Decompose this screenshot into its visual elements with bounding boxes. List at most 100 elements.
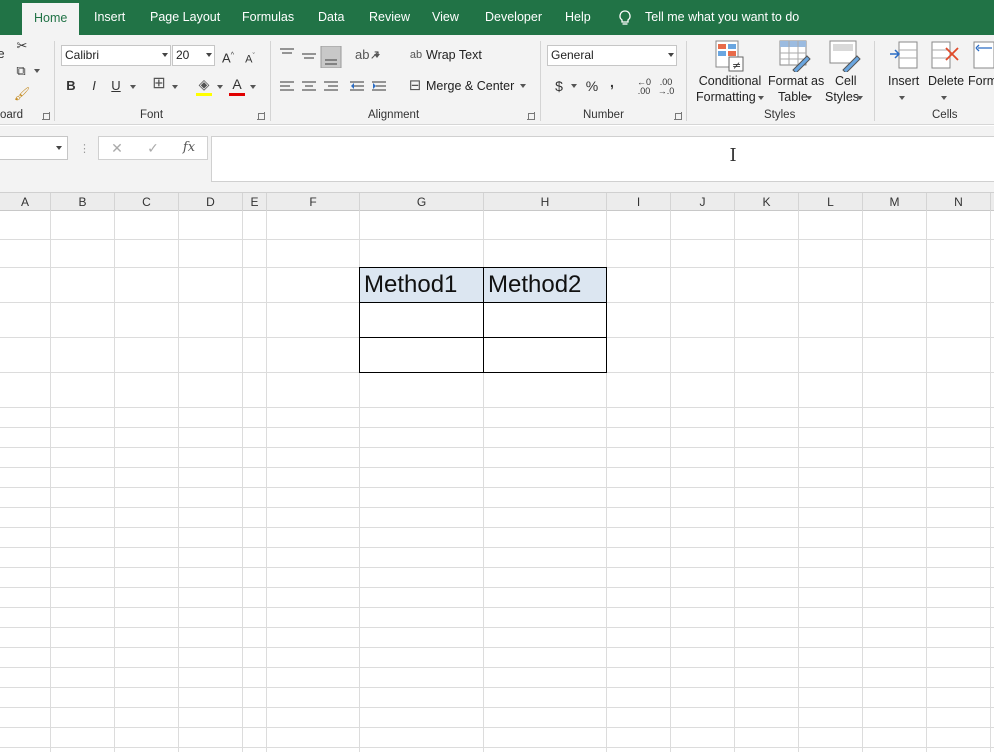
tell-me-label: Tell me what you want to do [645, 10, 800, 24]
table-header-cell[interactable]: Method1 [359, 267, 484, 303]
cells-group-label: Cells [932, 109, 958, 121]
formula-bar: ⋮ ✕ ✓ fx I [0, 126, 994, 192]
delete-cells-button[interactable]: Delete [928, 74, 964, 88]
increase-font-icon[interactable]: A^ [220, 47, 236, 67]
italic-button[interactable]: I [87, 77, 101, 95]
wrap-text-button[interactable]: Wrap Text [426, 48, 482, 62]
column-header[interactable]: H [484, 193, 607, 212]
currency-dropdown[interactable] [571, 84, 577, 88]
insert-cells-button[interactable]: Insert [888, 74, 919, 88]
conditional-formatting-label-1[interactable]: Conditional [698, 74, 762, 88]
column-header[interactable]: E [243, 193, 267, 212]
format-as-table-label-2[interactable]: Table [778, 90, 808, 104]
fill-color-dropdown[interactable] [217, 85, 223, 89]
vertical-align-icons[interactable] [278, 46, 342, 68]
currency-button[interactable]: $ [553, 77, 565, 95]
table-cell[interactable] [359, 337, 484, 373]
conditional-formatting-label-2[interactable]: Formatting [696, 90, 756, 104]
format-as-table-caret [806, 96, 812, 100]
bold-button[interactable]: B [64, 77, 78, 95]
tab-formulas[interactable]: Formulas [242, 0, 294, 35]
column-header[interactable]: F [267, 193, 360, 212]
column-header[interactable]: N [927, 193, 991, 212]
increase-decimal-icon[interactable]: ←0.00 [634, 78, 654, 96]
clipboard-launcher[interactable] [42, 112, 50, 120]
tab-developer[interactable]: Developer [485, 0, 542, 35]
column-header[interactable]: A [0, 193, 51, 212]
cancel-icon[interactable]: ✕ [109, 139, 125, 157]
percent-button[interactable]: % [585, 77, 599, 95]
column-header[interactable]: M [863, 193, 927, 212]
copy-dropdown[interactable] [34, 69, 40, 73]
paste-icon[interactable]: e [0, 45, 6, 63]
insert-cells-icon [890, 41, 918, 69]
orientation-dropdown[interactable] [374, 54, 380, 58]
table-cell[interactable] [483, 337, 607, 373]
lightbulb-icon [619, 10, 631, 25]
underline-button[interactable]: U [109, 77, 123, 95]
column-header[interactable]: C [115, 193, 179, 212]
column-header[interactable]: G [360, 193, 484, 212]
formula-bar-grip: ⋮ [79, 143, 90, 155]
svg-text:≠: ≠ [732, 59, 741, 72]
font-launcher[interactable] [257, 112, 265, 120]
cell-styles-label-2[interactable]: Styles [825, 90, 859, 104]
insert-cells-caret [899, 96, 905, 100]
insert-function-icon[interactable]: fx [181, 139, 197, 157]
alignment-group-label: Alignment [368, 109, 420, 121]
format-as-table-label-1[interactable]: Format as [768, 74, 824, 88]
tab-view[interactable]: View [432, 0, 459, 35]
font-size-select[interactable]: 20 [172, 45, 215, 66]
tab-data[interactable]: Data [318, 0, 344, 35]
table-cell[interactable] [483, 302, 607, 338]
ribbon: ✂ ⧉ 🖌 e oard Calibri 20 A^ Aˇ B I U ⊞ ◈ … [0, 35, 994, 125]
cell-styles-caret [857, 96, 863, 100]
column-header[interactable]: J [671, 193, 735, 212]
font-color-dropdown[interactable] [250, 85, 256, 89]
merge-center-button[interactable]: Merge & Center [426, 79, 514, 93]
table-cell[interactable] [359, 302, 484, 338]
merge-center-dropdown[interactable] [520, 84, 526, 88]
number-launcher[interactable] [674, 112, 682, 120]
column-header[interactable]: D [179, 193, 243, 212]
horizontal-align-icons[interactable] [278, 79, 388, 95]
name-box[interactable] [0, 136, 68, 160]
underline-dropdown[interactable] [130, 85, 136, 89]
format-cells-button[interactable]: Form [968, 74, 994, 88]
conditional-formatting-icon: ≠ [715, 40, 744, 72]
borders-dropdown[interactable] [172, 85, 178, 89]
cell-styles-label-1[interactable]: Cell [835, 74, 857, 88]
decrease-decimal-icon[interactable]: .00 →.0 [656, 78, 676, 96]
enter-icon[interactable]: ✓ [145, 139, 161, 157]
number-format-select[interactable]: General [547, 45, 677, 66]
column-headers: A B C D E F G H I J K L M N [0, 192, 994, 212]
column-header[interactable]: L [799, 193, 863, 212]
tab-page-layout[interactable]: Page Layout [150, 0, 220, 35]
fill-color-icon[interactable]: ◈ [195, 75, 213, 93]
tab-insert[interactable]: Insert [94, 0, 125, 35]
tab-home[interactable]: Home [22, 3, 80, 35]
formula-input[interactable]: I [211, 136, 994, 182]
tab-help[interactable]: Help [565, 0, 591, 35]
font-color-icon[interactable]: A [229, 75, 245, 93]
delete-cells-caret [941, 96, 947, 100]
worksheet-grid[interactable]: Method1 Method2 [0, 211, 994, 752]
font-group-label: Font [140, 109, 164, 121]
decrease-font-icon[interactable]: Aˇ [242, 48, 258, 69]
copy-icon[interactable]: ⧉ [12, 62, 30, 80]
column-header[interactable]: I [607, 193, 671, 212]
column-header[interactable]: K [735, 193, 799, 212]
alignment-launcher[interactable] [527, 112, 535, 120]
column-header[interactable]: B [51, 193, 115, 212]
comma-button[interactable]: , [607, 73, 617, 91]
table-header-cell[interactable]: Method2 [483, 267, 607, 303]
font-name-select[interactable]: Calibri [61, 45, 171, 66]
borders-icon[interactable]: ⊞ [150, 75, 168, 93]
conditional-formatting-caret [758, 96, 764, 100]
format-painter-icon[interactable]: 🖌 [13, 85, 31, 103]
cut-icon[interactable]: ✂ [14, 37, 30, 55]
clipboard-group-label: oard [0, 109, 24, 121]
cell-styles-icon [829, 40, 861, 72]
tab-review[interactable]: Review [369, 0, 410, 35]
format-cells-icon [973, 41, 994, 69]
